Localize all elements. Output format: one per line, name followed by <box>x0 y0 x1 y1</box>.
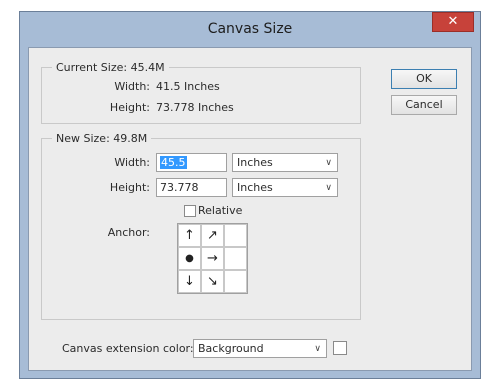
anchor-grid: ↑ ↗ ● → ↓ ↘ <box>177 223 248 294</box>
anchor-bottom-left[interactable]: ↓ <box>178 270 201 293</box>
chevron-down-icon: ∨ <box>325 183 332 193</box>
canvas-size-dialog: Canvas Size ✕ Current Size: 45.4M Width:… <box>19 11 481 379</box>
current-size-legend: Current Size: 45.4M <box>52 61 169 74</box>
height-unit-value: Inches <box>237 181 273 194</box>
arrow-right-icon: → <box>207 251 218 266</box>
cancel-button[interactable]: Cancel <box>391 95 457 115</box>
chevron-down-icon: ∨ <box>325 158 332 168</box>
close-icon: ✕ <box>447 14 459 29</box>
width-input[interactable]: 45.5 <box>156 153 227 172</box>
title-bar[interactable]: Canvas Size ✕ <box>20 12 480 46</box>
arrow-down-icon: ↓ <box>184 274 195 289</box>
anchor-middle-right[interactable] <box>224 247 247 270</box>
arrow-up-icon: ↑ <box>184 228 195 243</box>
arrow-up-right-icon: ↗ <box>207 228 218 243</box>
height-input[interactable]: 73.778 <box>156 178 227 197</box>
new-size-legend: New Size: 49.8M <box>52 132 152 145</box>
anchor-top-left[interactable]: ↑ <box>178 224 201 247</box>
anchor-label: Anchor: <box>107 226 150 239</box>
current-size-group: Current Size: 45.4M Width: 41.5 Inches H… <box>41 61 361 124</box>
current-height-value: 73.778 Inches <box>156 101 234 114</box>
width-input-value: 45.5 <box>160 156 187 169</box>
dialog-body: Current Size: 45.4M Width: 41.5 Inches H… <box>28 47 472 371</box>
new-width-label: Width: <box>114 156 150 169</box>
extension-color-label: Canvas extension color: <box>62 342 194 355</box>
current-width-value: 41.5 Inches <box>156 80 220 93</box>
dialog-title: Canvas Size <box>207 21 293 37</box>
ok-button[interactable]: OK <box>391 69 457 89</box>
extension-color-swatch[interactable] <box>333 341 347 355</box>
anchor-middle-left[interactable]: ● <box>178 247 201 270</box>
anchor-middle-center[interactable]: → <box>201 247 224 270</box>
new-height-label: Height: <box>109 181 150 194</box>
anchor-bottom-center[interactable]: ↘ <box>201 270 224 293</box>
width-unit-select[interactable]: Inches ∨ <box>232 153 338 172</box>
relative-label: Relative <box>198 204 243 217</box>
chevron-down-icon: ∨ <box>314 344 321 354</box>
width-unit-value: Inches <box>237 156 273 169</box>
anchor-dot-icon: ● <box>185 253 194 264</box>
arrow-down-right-icon: ↘ <box>207 274 218 289</box>
anchor-top-center[interactable]: ↗ <box>201 224 224 247</box>
extension-color-select[interactable]: Background ∨ <box>193 339 327 358</box>
anchor-top-right[interactable] <box>224 224 247 247</box>
current-height-label: Height: <box>109 101 150 114</box>
close-button[interactable]: ✕ <box>432 12 474 32</box>
height-unit-select[interactable]: Inches ∨ <box>232 178 338 197</box>
extension-color-value: Background <box>198 342 264 355</box>
height-input-value: 73.778 <box>160 181 199 194</box>
anchor-bottom-right[interactable] <box>224 270 247 293</box>
current-width-label: Width: <box>114 80 150 93</box>
relative-checkbox[interactable] <box>184 205 196 217</box>
new-size-group: New Size: 49.8M Width: 45.5 Inches ∨ Hei… <box>41 132 361 320</box>
